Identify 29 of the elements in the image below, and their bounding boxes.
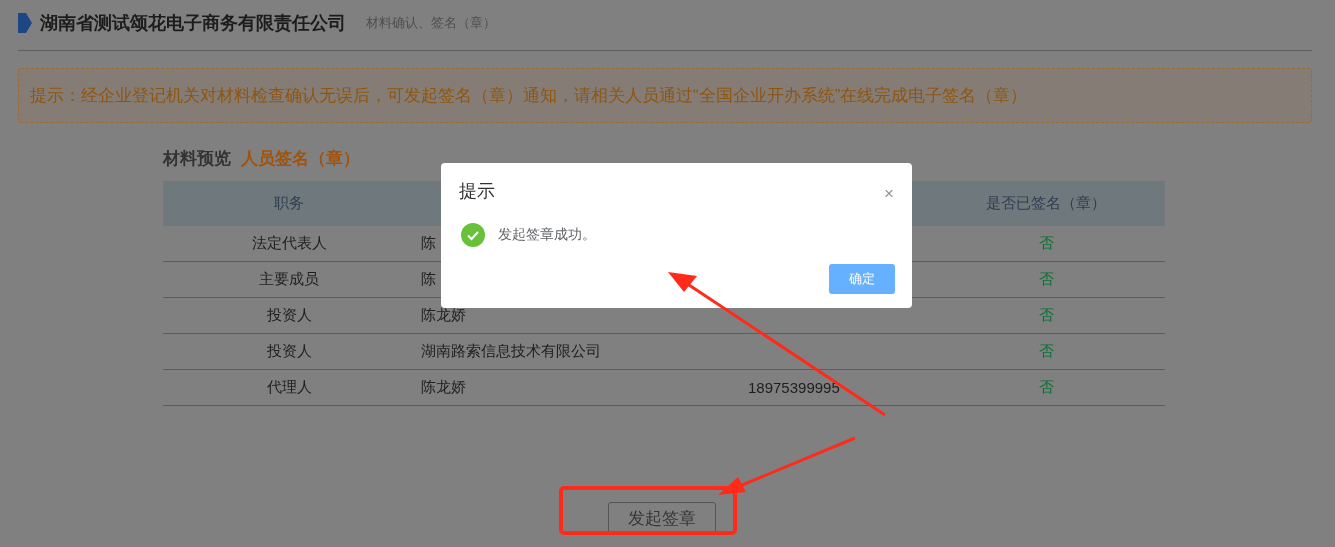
column-header: 职务	[163, 181, 415, 226]
section-title: 人员签名（章）	[241, 148, 360, 170]
table-cell: 法定代表人	[251, 234, 327, 251]
success-icon	[461, 223, 485, 247]
table-cell: 投资人	[266, 342, 312, 359]
column-header: 是否已签名（章）	[927, 181, 1165, 226]
table-cell: 主要成员	[259, 270, 319, 287]
signed-status: 否	[1038, 234, 1054, 251]
signed-status: 否	[1038, 306, 1054, 323]
table-cell: 陈龙娇	[421, 306, 466, 323]
signed-status: 否	[1038, 378, 1054, 395]
table-cell: 代理人	[266, 378, 312, 395]
table-cell: 陈龙娇	[421, 378, 466, 395]
table-cell: 陈	[421, 270, 436, 287]
table-cell: 湖南路索信息技术有限公司	[421, 342, 601, 359]
close-button[interactable]: ×	[884, 184, 894, 204]
dialog-message: 发起签章成功。	[498, 226, 596, 244]
section-label: 材料预览	[163, 148, 231, 170]
table-cell: 陈	[421, 234, 436, 251]
signed-status: 否	[1038, 342, 1054, 359]
company-title: 湖南省测试颂花电子商务有限责任公司	[40, 12, 346, 35]
dialog-title: 提示	[459, 180, 495, 203]
title-marker-icon	[18, 13, 32, 33]
signed-status: 否	[1038, 270, 1054, 287]
notice-banner: 提示：经企业登记机关对材料检查确认无误后，可发起签名（章）通知，请相关人员通过“全国企业开办系统”在线完成电子签名（章）	[18, 68, 1312, 123]
table-cell: 投资人	[266, 306, 312, 323]
confirm-button[interactable]: 确定	[829, 264, 895, 294]
table-cell: 18975399995	[748, 379, 840, 396]
start-sign-button[interactable]: 发起签章	[608, 502, 716, 534]
